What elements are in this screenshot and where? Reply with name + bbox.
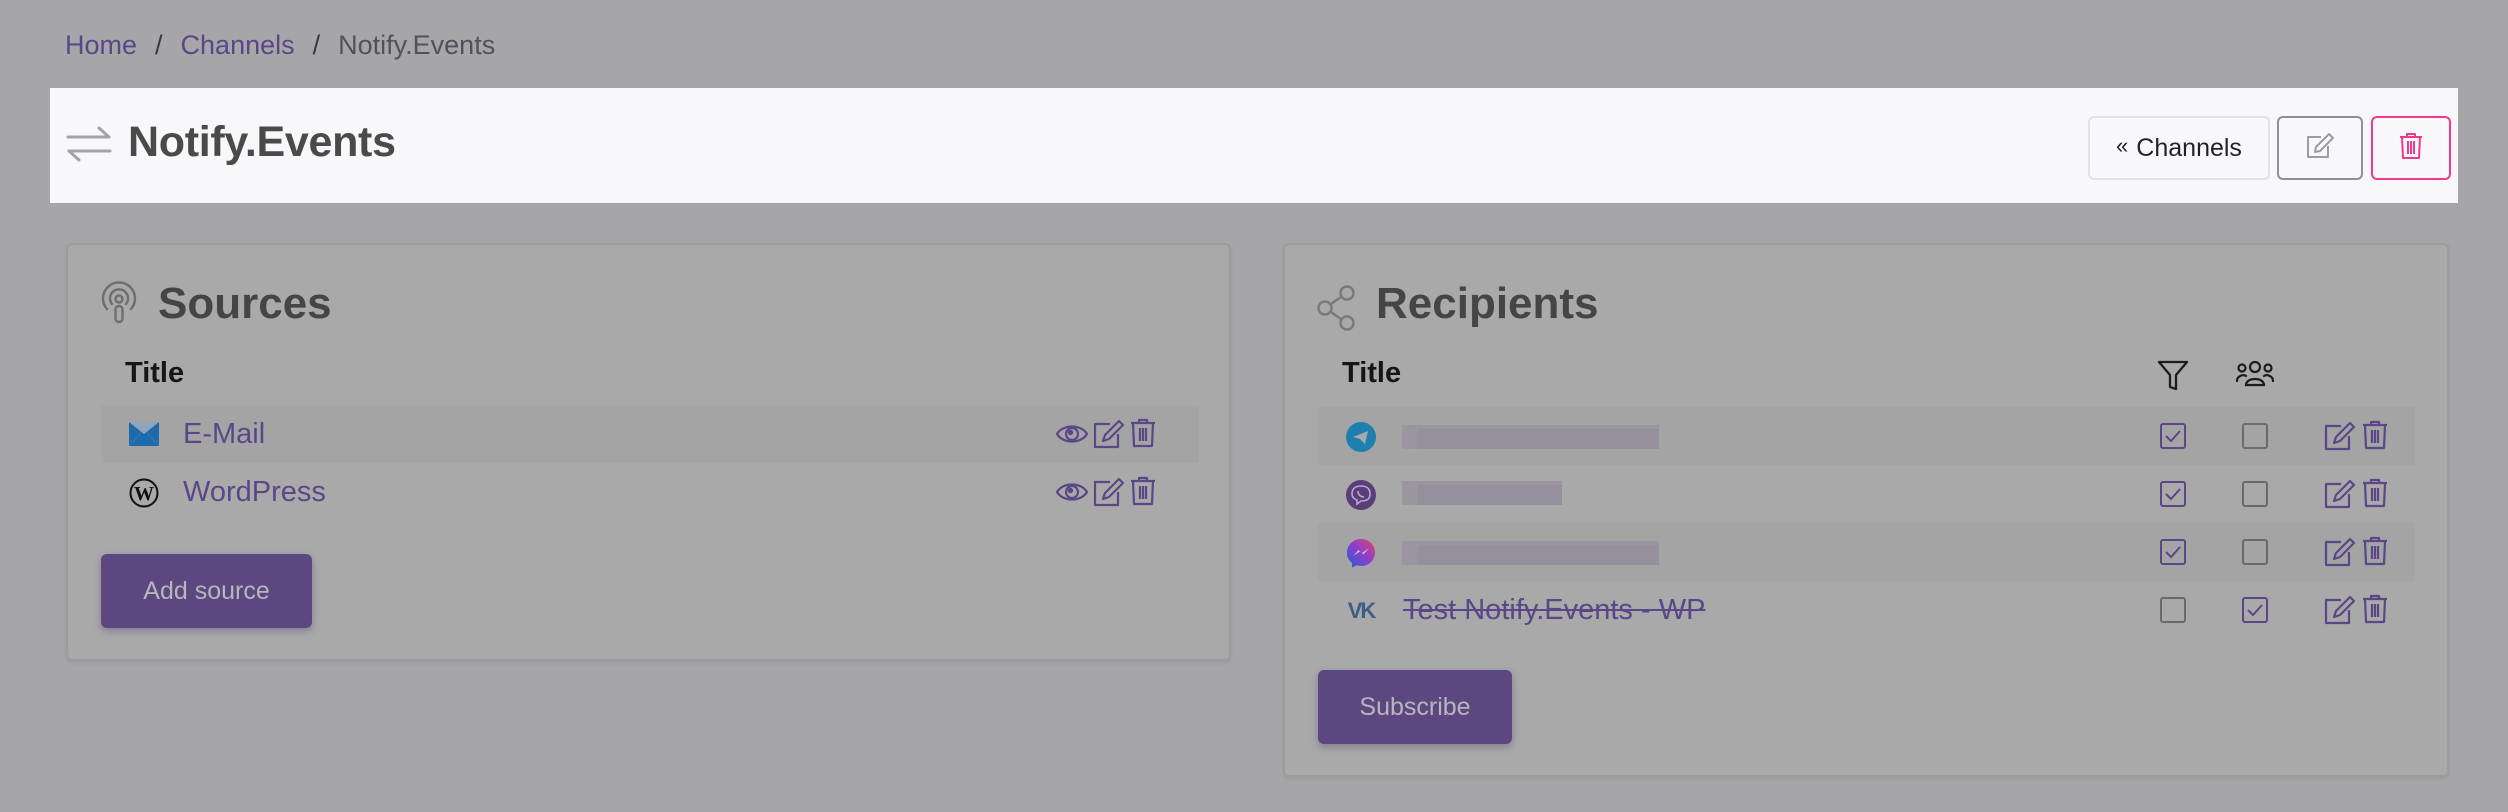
trash-icon[interactable] [2362, 478, 2388, 508]
source-link[interactable]: WordPress [183, 476, 326, 509]
filter-checkbox[interactable] [2160, 597, 2186, 623]
arrows-exchange-icon [65, 126, 113, 162]
recipient-row [1318, 523, 2415, 581]
recipient-title-redacted[interactable] [1402, 541, 1659, 565]
source-row: W WordPress [101, 463, 1199, 521]
recipient-title-redacted[interactable] [1402, 481, 1562, 505]
trash-icon[interactable] [2362, 594, 2388, 624]
messenger-icon [1346, 538, 1376, 568]
edit-icon[interactable] [1093, 419, 1125, 449]
breadcrumb: Home / Channels / Notify.Events [65, 30, 495, 61]
vk-icon: VK [1346, 598, 1379, 629]
edit-icon [2305, 132, 2335, 165]
recipients-title: Recipients [1376, 279, 1599, 328]
filter-checkbox[interactable] [2160, 539, 2186, 565]
edit-icon[interactable] [2324, 537, 2356, 567]
edit-channel-button[interactable] [2277, 116, 2363, 180]
wordpress-icon: W [129, 478, 159, 508]
group-checkbox[interactable] [2242, 481, 2268, 507]
share-icon [1316, 285, 1358, 336]
view-icon[interactable] [1055, 479, 1089, 505]
recipient-row: VK Test Notify.Events - WP [1318, 581, 2415, 639]
edit-icon[interactable] [2324, 479, 2356, 509]
trash-icon[interactable] [1130, 418, 1156, 448]
recipient-title-redacted[interactable] [1402, 425, 1659, 449]
sources-panel: Sources Title E-Mail W WordPress Add sou… [66, 243, 1231, 661]
telegram-icon [1346, 422, 1376, 452]
group-checkbox[interactable] [2242, 423, 2268, 449]
recipient-row [1318, 465, 2415, 523]
recipient-link[interactable]: Test Notify.Events - WP [1403, 594, 1705, 627]
edit-icon[interactable] [1093, 477, 1125, 507]
source-link[interactable]: E-Mail [183, 418, 265, 451]
trash-icon[interactable] [2362, 536, 2388, 566]
podcast-icon [99, 281, 139, 330]
double-chevron-left-icon: « [2116, 133, 2129, 158]
breadcrumb-home[interactable]: Home [65, 30, 137, 61]
subscribe-button[interactable]: Subscribe [1318, 670, 1512, 744]
sources-column-title: Title [125, 357, 185, 389]
filter-icon [2157, 359, 2189, 396]
source-row: E-Mail [101, 405, 1199, 463]
breadcrumb-separator: / [155, 30, 163, 60]
trash-icon [2399, 132, 2423, 165]
breadcrumb-separator: / [312, 30, 321, 60]
page-title: Notify.Events [128, 118, 396, 166]
breadcrumb-channels[interactable]: Channels [181, 30, 295, 61]
recipient-row [1318, 407, 2415, 465]
filter-checkbox[interactable] [2160, 423, 2186, 449]
svg-text:VK: VK [1348, 599, 1376, 621]
channels-button-label: Channels [2136, 133, 2242, 162]
viber-icon [1346, 480, 1376, 510]
recipients-column-title: Title [1342, 357, 1402, 389]
edit-icon[interactable] [2324, 595, 2356, 625]
add-source-button[interactable]: Add source [101, 554, 312, 628]
email-icon [128, 422, 160, 452]
breadcrumb-current: Notify.Events [338, 30, 496, 60]
back-to-channels-button[interactable]: « Channels [2088, 116, 2270, 180]
filter-checkbox[interactable] [2160, 481, 2186, 507]
delete-channel-button[interactable] [2371, 116, 2451, 180]
sources-title: Sources [158, 279, 332, 328]
trash-icon[interactable] [2362, 420, 2388, 450]
edit-icon[interactable] [2324, 421, 2356, 451]
trash-icon[interactable] [1130, 476, 1156, 506]
recipients-panel: Recipients Title VK Test Notify.Events -… [1283, 243, 2449, 777]
svg-text:W: W [134, 483, 154, 505]
page-header: Notify.Events « Channels [50, 88, 2458, 203]
group-checkbox[interactable] [2242, 597, 2268, 623]
group-checkbox[interactable] [2242, 539, 2268, 565]
people-icon [2235, 359, 2275, 394]
view-icon[interactable] [1055, 421, 1089, 447]
